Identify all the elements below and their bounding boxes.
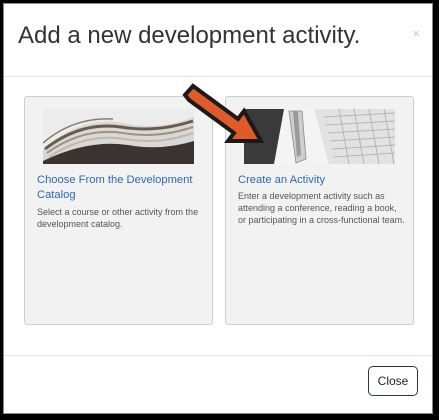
- option-card-create[interactable]: Create an Activity Enter a development a…: [225, 96, 414, 325]
- option-description: Select a course or other activity from t…: [37, 207, 199, 229]
- dialog-footer: Close: [4, 355, 432, 413]
- close-button[interactable]: Close: [368, 366, 418, 396]
- option-title[interactable]: Choose From the Development Catalog: [37, 173, 205, 203]
- close-icon[interactable]: ×: [412, 26, 420, 41]
- add-activity-dialog: Add a new development activity. × Choose…: [3, 3, 433, 414]
- option-title[interactable]: Create an Activity: [238, 173, 406, 188]
- dialog-header: Add a new development activity. ×: [4, 4, 432, 77]
- open-book-image: [43, 109, 194, 164]
- option-description: Enter a development activity such as att…: [238, 191, 405, 225]
- dialog-title: Add a new development activity.: [18, 22, 361, 49]
- pen-and-keyboard-image: [244, 109, 395, 164]
- option-card-catalog[interactable]: Choose From the Development Catalog Sele…: [24, 96, 213, 325]
